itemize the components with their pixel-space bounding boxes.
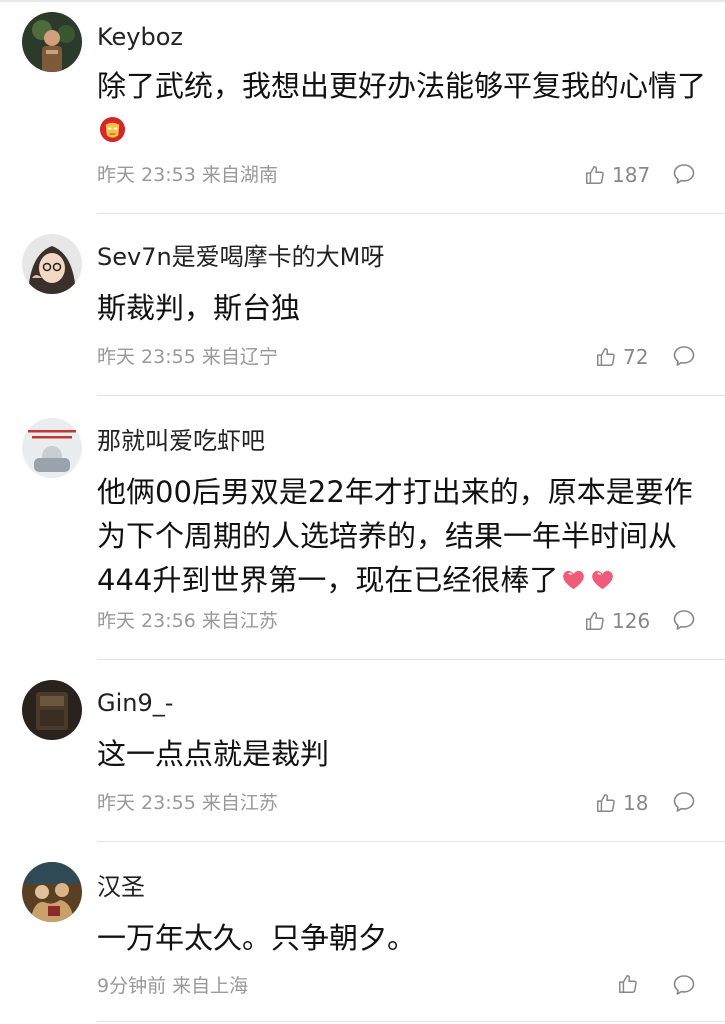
thumbs-up-icon [586, 166, 604, 184]
divider [97, 1021, 725, 1022]
username[interactable]: Sev7n是爱喝摩卡的大M呀 [97, 242, 384, 272]
username[interactable]: 那就叫爱吃虾吧 [97, 426, 265, 456]
like-button[interactable]: 126 [584, 608, 650, 634]
comment-meta: 昨天 23:55 来自辽宁 [97, 344, 278, 370]
thumbs-up-icon [597, 794, 615, 812]
avatar[interactable] [22, 12, 82, 72]
comment-meta: 昨天 23:55 来自江苏 [97, 790, 278, 816]
comment-time: 昨天 23:55 [97, 792, 196, 814]
iron-man-emoji [99, 116, 126, 143]
comment-meta: 9分钟前 来自上海 [97, 973, 248, 999]
like-count: 72 [623, 345, 649, 369]
comment-text: 这一点点就是裁判 [97, 737, 330, 771]
username[interactable]: Keyboz [97, 22, 183, 52]
reply-button[interactable] [672, 344, 696, 372]
avatar[interactable] [22, 418, 82, 478]
like-count: 187 [612, 163, 651, 187]
username[interactable]: 汉圣 [97, 872, 145, 902]
comment-bubble-icon [673, 610, 695, 630]
comment-bubble-icon [673, 164, 695, 184]
thumbs-up-icon [597, 348, 615, 366]
reply-button[interactable] [672, 162, 696, 190]
comment-text: 一万年太久。只争朝夕。 [97, 921, 417, 955]
like-count: 126 [612, 609, 651, 633]
heart-emoji [592, 570, 614, 590]
comment-item: Sev7n是爱喝摩卡的大M呀 斯裁判，斯台独 昨天 23:55 来自辽宁 72 [0, 214, 725, 396]
comment-text: 他俩00后男双是22年才打出来的，原本是要作 为下个周期的人选培养的，结果一年半… [97, 475, 693, 597]
heart-emoji [563, 570, 585, 590]
comment-bubble-icon [673, 975, 695, 995]
like-count: 18 [623, 791, 649, 815]
comment-time: 9分钟前 [97, 975, 167, 997]
comment-bubble-icon [673, 792, 695, 812]
like-button[interactable] [617, 973, 645, 995]
comment-location: 来自江苏 [201, 792, 278, 814]
comment-location: 来自湖南 [201, 164, 278, 186]
reply-button[interactable] [672, 790, 696, 818]
avatar[interactable] [22, 680, 82, 740]
reply-button[interactable] [672, 973, 696, 1001]
avatar[interactable] [22, 234, 82, 294]
comment-location: 来自江苏 [201, 610, 278, 632]
avatar[interactable] [22, 862, 82, 922]
comment-time: 昨天 23:56 [97, 610, 196, 632]
comment-meta: 昨天 23:53 来自湖南 [97, 162, 278, 188]
comment-meta: 昨天 23:56 来自江苏 [97, 608, 278, 634]
comment-item: Keyboz 除了武统，我想出更好办法能够平复我的心情了 昨天 23:53 来自… [0, 0, 725, 214]
comment-location: 来自辽宁 [201, 346, 278, 368]
comment-time: 昨天 23:55 [97, 346, 196, 368]
comment-text: 除了武统，我想出更好办法能够平复我的心情了 [97, 64, 707, 152]
comment-text: 斯裁判，斯台独 [97, 291, 301, 325]
thumbs-up-icon [619, 975, 637, 993]
reply-button[interactable] [672, 608, 696, 636]
username[interactable]: Gin9_- [97, 688, 173, 718]
comment-location: 来自上海 [172, 975, 249, 997]
like-button[interactable]: 72 [595, 344, 648, 370]
comment-item: 汉圣 一万年太久。只争朝夕。 9分钟前 来自上海 [0, 842, 725, 1024]
like-button[interactable]: 18 [595, 790, 648, 816]
comment-time: 昨天 23:53 [97, 164, 196, 186]
thumbs-up-icon [586, 612, 604, 630]
comment-bubble-icon [673, 346, 695, 366]
comment-item: Gin9_- 这一点点就是裁判 昨天 23:55 来自江苏 18 [0, 660, 725, 842]
comment-item: 那就叫爱吃虾吧 他俩00后男双是22年才打出来的，原本是要作 为下个周期的人选培… [0, 396, 725, 660]
like-button[interactable]: 187 [584, 162, 650, 188]
